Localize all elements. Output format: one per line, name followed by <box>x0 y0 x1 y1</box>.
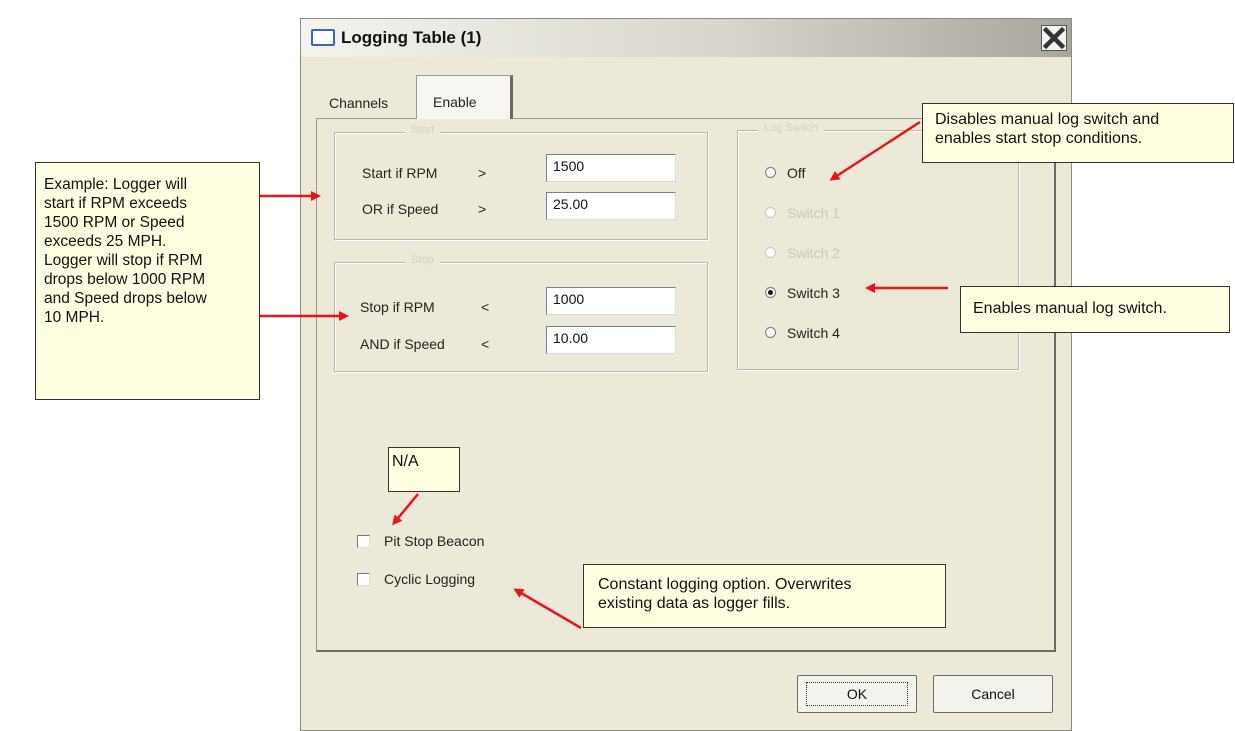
callout-example: Example: Logger will start if RPM exceed… <box>35 162 260 400</box>
radio-switch-2-dot <box>765 247 776 258</box>
tab-channels[interactable]: Channels <box>317 75 417 119</box>
radio-switch-1-dot <box>765 207 776 218</box>
stop-speed-operator: < <box>481 336 490 352</box>
stop-rpm-operator: < <box>481 299 490 315</box>
close-icon <box>1042 26 1066 50</box>
callout-cyclic-line: existing data as logger fills. <box>598 595 791 612</box>
cyclic-logging-box[interactable] <box>357 573 370 586</box>
start-speed-input[interactable]: 25.00 <box>546 192 676 220</box>
callout-example-line: start if RPM exceeds <box>44 195 187 212</box>
start-conditions-group: Start <box>334 124 708 240</box>
title-bar[interactable]: Logging Table (1) <box>301 19 1071 57</box>
radio-switch-3-label: Switch 3 <box>787 285 840 301</box>
start-group-label: Start <box>405 124 441 136</box>
close-button[interactable] <box>1041 25 1067 51</box>
callout-switch-3: Enables manual log switch. <box>960 286 1230 333</box>
switch-group-label: Log Switch <box>758 122 824 134</box>
tab-enable-label: Enable <box>433 94 477 110</box>
radio-off-dot[interactable] <box>765 167 776 178</box>
tab-channels-label: Channels <box>329 95 389 111</box>
stop-conditions-group: Stop <box>334 254 708 372</box>
stop-speed-input[interactable]: 10.00 <box>546 326 676 354</box>
start-speed-operator: > <box>478 201 487 217</box>
callout-na: N/A <box>388 447 460 492</box>
tab-enable[interactable]: Enable <box>416 75 513 119</box>
callout-off-line: enables start stop conditions. <box>935 130 1143 147</box>
callout-example-line: and Speed drops below <box>44 290 207 307</box>
radio-switch-3-dot[interactable] <box>765 287 776 298</box>
start-speed-label: OR if Speed <box>362 201 439 217</box>
start-rpm-label: Start if RPM <box>362 165 438 181</box>
cyclic-logging-label: Cyclic Logging <box>384 571 476 587</box>
callout-example-line: 10 MPH. <box>44 309 105 326</box>
callout-example-line: exceeds 25 MPH. <box>44 233 167 250</box>
radio-off-label: Off <box>787 165 806 181</box>
callout-example-line: Logger will stop if RPM <box>44 252 203 269</box>
callout-cyclic: Constant logging option. Overwrites exis… <box>583 564 946 628</box>
stop-rpm-input[interactable]: 1000 <box>546 287 676 315</box>
callout-example-line: drops below 1000 RPM <box>44 271 206 288</box>
radio-switch-1-label: Switch 1 <box>787 205 840 221</box>
pit-stop-beacon-box[interactable] <box>357 535 370 548</box>
cancel-button[interactable]: Cancel <box>933 675 1053 713</box>
callout-cyclic-line: Constant logging option. Overwrites <box>598 576 852 593</box>
ok-button[interactable]: OK <box>797 675 917 713</box>
log-switch-group: Log Switch <box>737 122 1019 370</box>
callout-example-line: 1500 RPM or Speed <box>44 214 185 231</box>
radio-switch-2-label: Switch 2 <box>787 245 840 261</box>
callout-off: Disables manual log switch and enables s… <box>922 103 1234 163</box>
radio-switch-4-dot[interactable] <box>765 327 776 338</box>
window-icon <box>311 29 335 46</box>
start-rpm-operator: > <box>478 165 487 181</box>
dialog-title: Logging Table (1) <box>341 28 482 47</box>
radio-switch-4-label: Switch 4 <box>787 325 840 341</box>
stop-rpm-label: Stop if RPM <box>360 299 435 315</box>
callout-example-line: Example: Logger will <box>44 176 188 193</box>
pit-stop-beacon-label: Pit Stop Beacon <box>384 533 485 549</box>
stop-speed-label: AND if Speed <box>360 336 445 352</box>
stop-group-label: Stop <box>405 254 440 266</box>
start-rpm-input[interactable]: 1500 <box>546 154 676 182</box>
callout-off-line: Disables manual log switch and <box>935 111 1160 128</box>
